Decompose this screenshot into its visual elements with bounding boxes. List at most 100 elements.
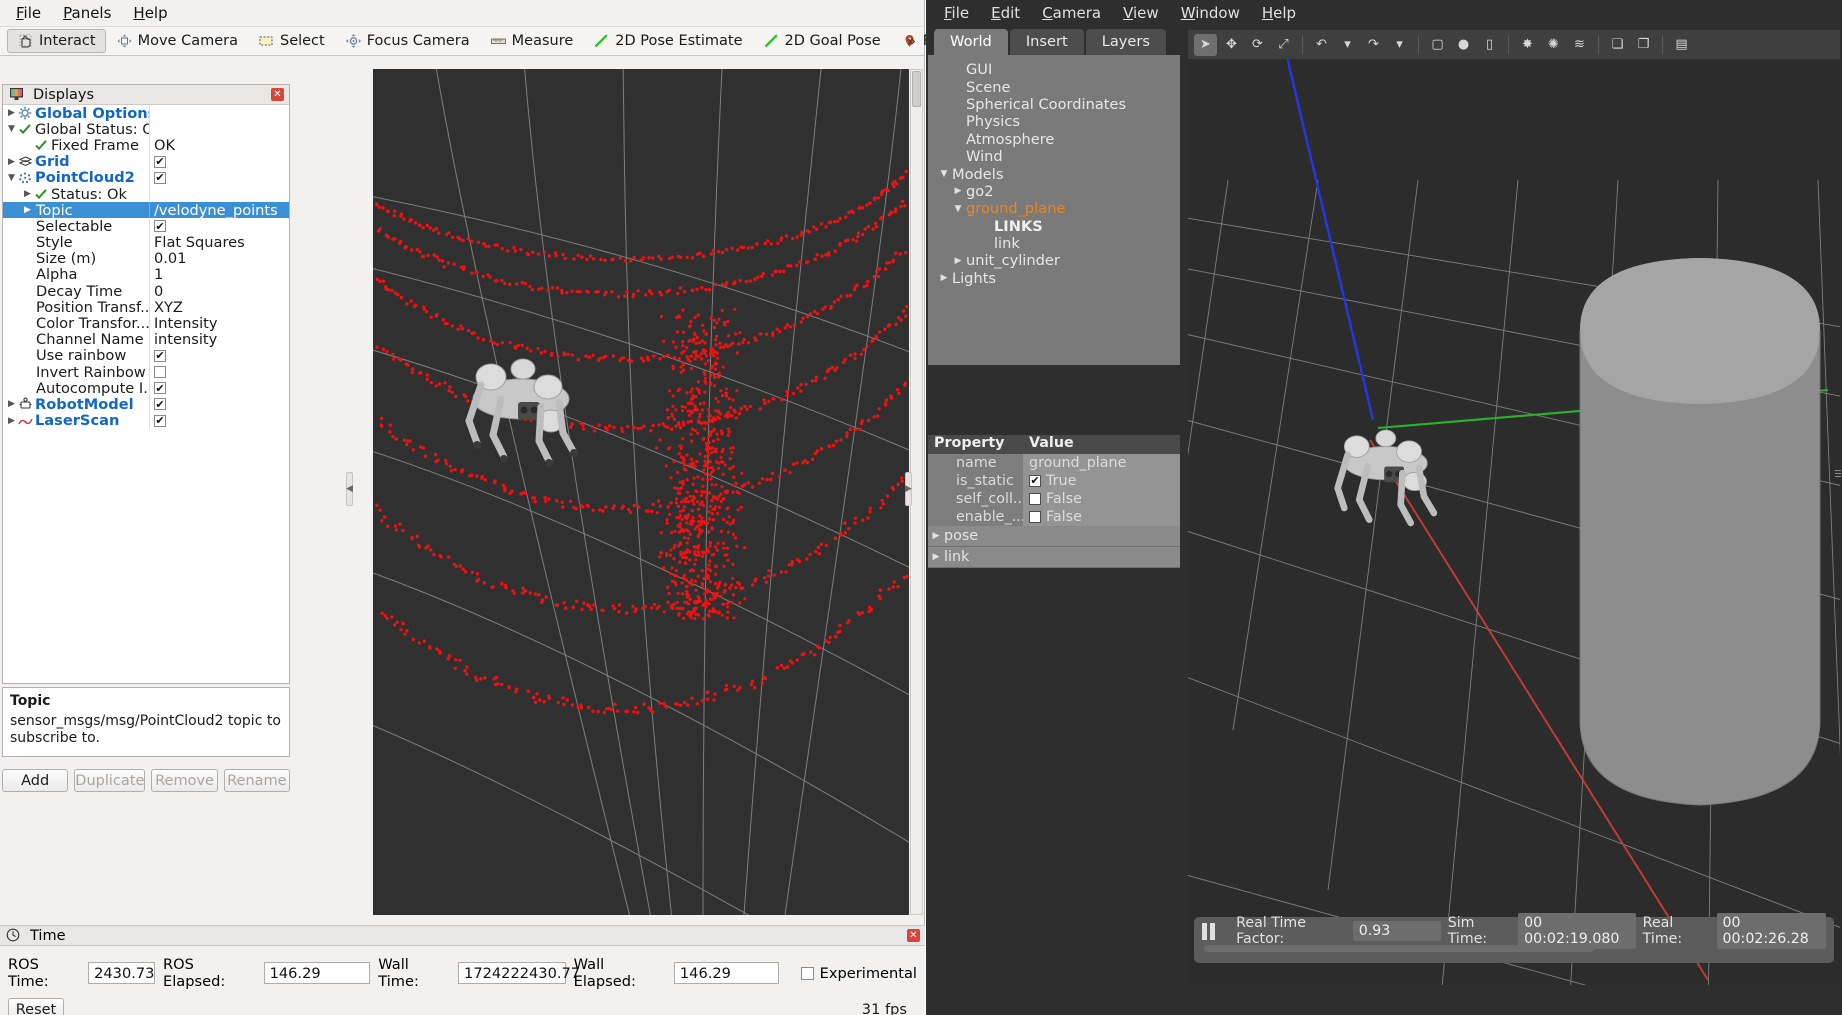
chevron-right-icon[interactable]: ▶ [936,273,952,283]
row-checkbox[interactable]: ✔ [154,415,166,427]
row-value-cell[interactable] [149,105,289,121]
display-row-decay-time[interactable]: Decay Time 0 [3,283,289,299]
display-row-global-status-ok[interactable]: ▼Global Status: Ok [3,121,289,137]
gz-menu-view[interactable]: View [1113,1,1169,25]
row-value-cell[interactable]: ✔ [149,380,289,396]
gazebo-view-toolbar[interactable]: ➤ ✥ ⟳ ⤢ ↶ ▾ ↷ ▾ ▢ ● ▯ ✸ ✺ ≋ ❏ ❐ ▤ [1188,30,1840,59]
chevron-down-icon[interactable]: ▼ [950,204,966,214]
tool-move-camera[interactable]: Move Camera [106,29,248,53]
world-tree-item-ground-plane[interactable]: ▼ ground_plane [928,200,1180,217]
row-value-cell[interactable] [149,121,289,137]
time-field-input[interactable]: 146.29 [264,962,371,984]
row-checkbox[interactable]: ✔ [154,156,166,168]
world-tree-item-models[interactable]: ▼ Models [928,165,1180,182]
time-field-input[interactable]: 146.29 [674,962,779,984]
display-row-channel-name[interactable]: Channel Name intensity [3,332,289,348]
close-icon[interactable]: ✕ [271,88,284,101]
pause-icon[interactable] [1202,923,1215,940]
world-tree-item-go2[interactable]: ▶ go2 [928,183,1180,200]
chevron-right-icon[interactable]: ▶ [5,108,18,118]
property-checkbox[interactable] [1029,493,1041,505]
chevron-right-icon[interactable]: ▶ [950,256,966,266]
row-checkbox[interactable]: ✔ [154,398,166,410]
row-checkbox[interactable]: ✔ [154,350,166,362]
row-value-cell[interactable]: XYZ [149,299,289,315]
menu-panels[interactable]: Panels [53,1,121,25]
tool-interact[interactable]: Interact [7,29,106,53]
align-icon[interactable]: ▤ [1670,34,1693,56]
row-value-cell[interactable] [149,186,289,202]
row-value-cell[interactable]: 1 [149,267,289,283]
row-value-cell[interactable]: 0 [149,283,289,299]
tool-measure[interactable]: Measure [480,29,584,53]
display-row-alpha[interactable]: Alpha 1 [3,267,289,283]
property-value[interactable]: False [1023,490,1180,508]
redo-icon[interactable]: ↷ [1362,34,1385,56]
menu-help[interactable]: Help [123,1,177,25]
right-splitter-handle[interactable]: ▶ [905,472,912,506]
chevron-down-icon[interactable]: ▼ [5,173,18,183]
box-icon[interactable]: ▢ [1426,34,1449,56]
spot-light-icon[interactable]: ✺ [1542,34,1565,56]
toolbar-overflow-button[interactable]: » [907,32,916,50]
display-row-autocompute-i[interactable]: Autocompute I... ✔ [3,380,289,396]
undo-dropdown-icon[interactable]: ▾ [1336,34,1359,56]
property-value[interactable]: False [1023,508,1180,526]
world-tree-item-links[interactable]: LINKS [928,218,1180,235]
left-splitter-handle[interactable]: ◀ [346,472,353,506]
row-checkbox[interactable]: ✔ [154,220,166,232]
chevron-right-icon[interactable]: ▶ [5,399,18,409]
display-row-color-transfor[interactable]: Color Transfor... Intensity [3,315,289,331]
time-field-input[interactable]: 1724222430.77 [458,962,566,984]
display-row-size-m[interactable]: Size (m) 0.01 [3,251,289,267]
paste-icon[interactable]: ❐ [1632,34,1655,56]
world-tree-item-lights[interactable]: ▶ Lights [928,270,1180,287]
gazebo-tab-world[interactable]: World [934,29,1008,55]
property-expandables[interactable]: ▶ pose ▶ link [928,526,1180,568]
reset-button[interactable]: Reset [8,998,64,1015]
arrow-select-icon[interactable]: ➤ [1194,34,1217,56]
row-value-cell[interactable]: OK [149,137,289,153]
row-checkbox[interactable]: ✔ [154,172,166,184]
property-row-is-static[interactable]: is_static ✔ True [928,472,1180,490]
display-row-use-rainbow[interactable]: Use rainbow ✔ [3,348,289,364]
row-value-cell[interactable]: ✔ [149,413,289,429]
property-expandable-link[interactable]: ▶ link [928,547,1180,568]
row-value-cell[interactable]: Intensity [149,315,289,331]
gazebo-tabs[interactable]: World Insert Layers [928,28,1180,55]
gz-menu-help[interactable]: Help [1252,1,1306,25]
directional-light-icon[interactable]: ≋ [1568,34,1591,56]
row-checkbox[interactable] [154,366,166,378]
world-tree-item-wind[interactable]: Wind [928,148,1180,165]
gz-menu-camera[interactable]: Camera [1032,1,1111,25]
property-rows[interactable]: name ground_plane is_static ✔ True self_coll.… [928,454,1180,526]
chevron-right-icon[interactable]: ▶ [5,157,18,167]
row-value-cell[interactable] [149,364,289,380]
display-row-selectable[interactable]: Selectable ✔ [3,218,289,234]
display-row-pointcloud2[interactable]: ▼ PointCloud2 ✔ [3,170,289,186]
row-value-cell[interactable]: ✔ [149,348,289,364]
world-tree-item-unit-cylinder[interactable]: ▶ unit_cylinder [928,252,1180,269]
display-row-laserscan[interactable]: ▶ LaserScan ✔ [3,413,289,429]
undo-icon[interactable]: ↶ [1310,34,1333,56]
gazebo-tab-layers[interactable]: Layers [1086,29,1166,55]
property-row-name[interactable]: name ground_plane [928,454,1180,472]
gazebo-tab-insert[interactable]: Insert [1010,29,1084,55]
row-value-cell[interactable]: ✔ [149,154,289,170]
gz-menu-edit[interactable]: Edit [981,1,1030,25]
add-button[interactable]: Add [2,769,68,792]
gazebo-3d-view[interactable]: ➤ ✥ ⟳ ⤢ ↶ ▾ ↷ ▾ ▢ ● ▯ ✸ ✺ ≋ ❏ ❐ ▤ Real Time Factor: 0.93… [1188,30,1840,985]
gz-menu-file[interactable]: File [934,1,979,25]
gz-menu-window[interactable]: Window [1171,1,1250,25]
tool-focus-camera[interactable]: Focus Camera [335,29,480,53]
row-value-cell[interactable]: ✔ [149,218,289,234]
close-icon[interactable]: ✕ [907,929,920,942]
row-value-cell[interactable]: ✔ [149,170,289,186]
menu-file[interactable]: File [6,1,51,25]
chevron-right-icon[interactable]: ▶ [21,189,34,199]
display-row-status-ok[interactable]: ▶ Status: Ok [3,186,289,202]
display-row-position-transf[interactable]: Position Transf... XYZ [3,299,289,315]
world-tree-item-spherical-coordinates[interactable]: Spherical Coordinates [928,96,1180,113]
displays-tree[interactable]: ▶Global Options▼Global Status: OkFixed F… [3,105,289,429]
display-row-fixed-frame[interactable]: Fixed Frame OK [3,137,289,153]
